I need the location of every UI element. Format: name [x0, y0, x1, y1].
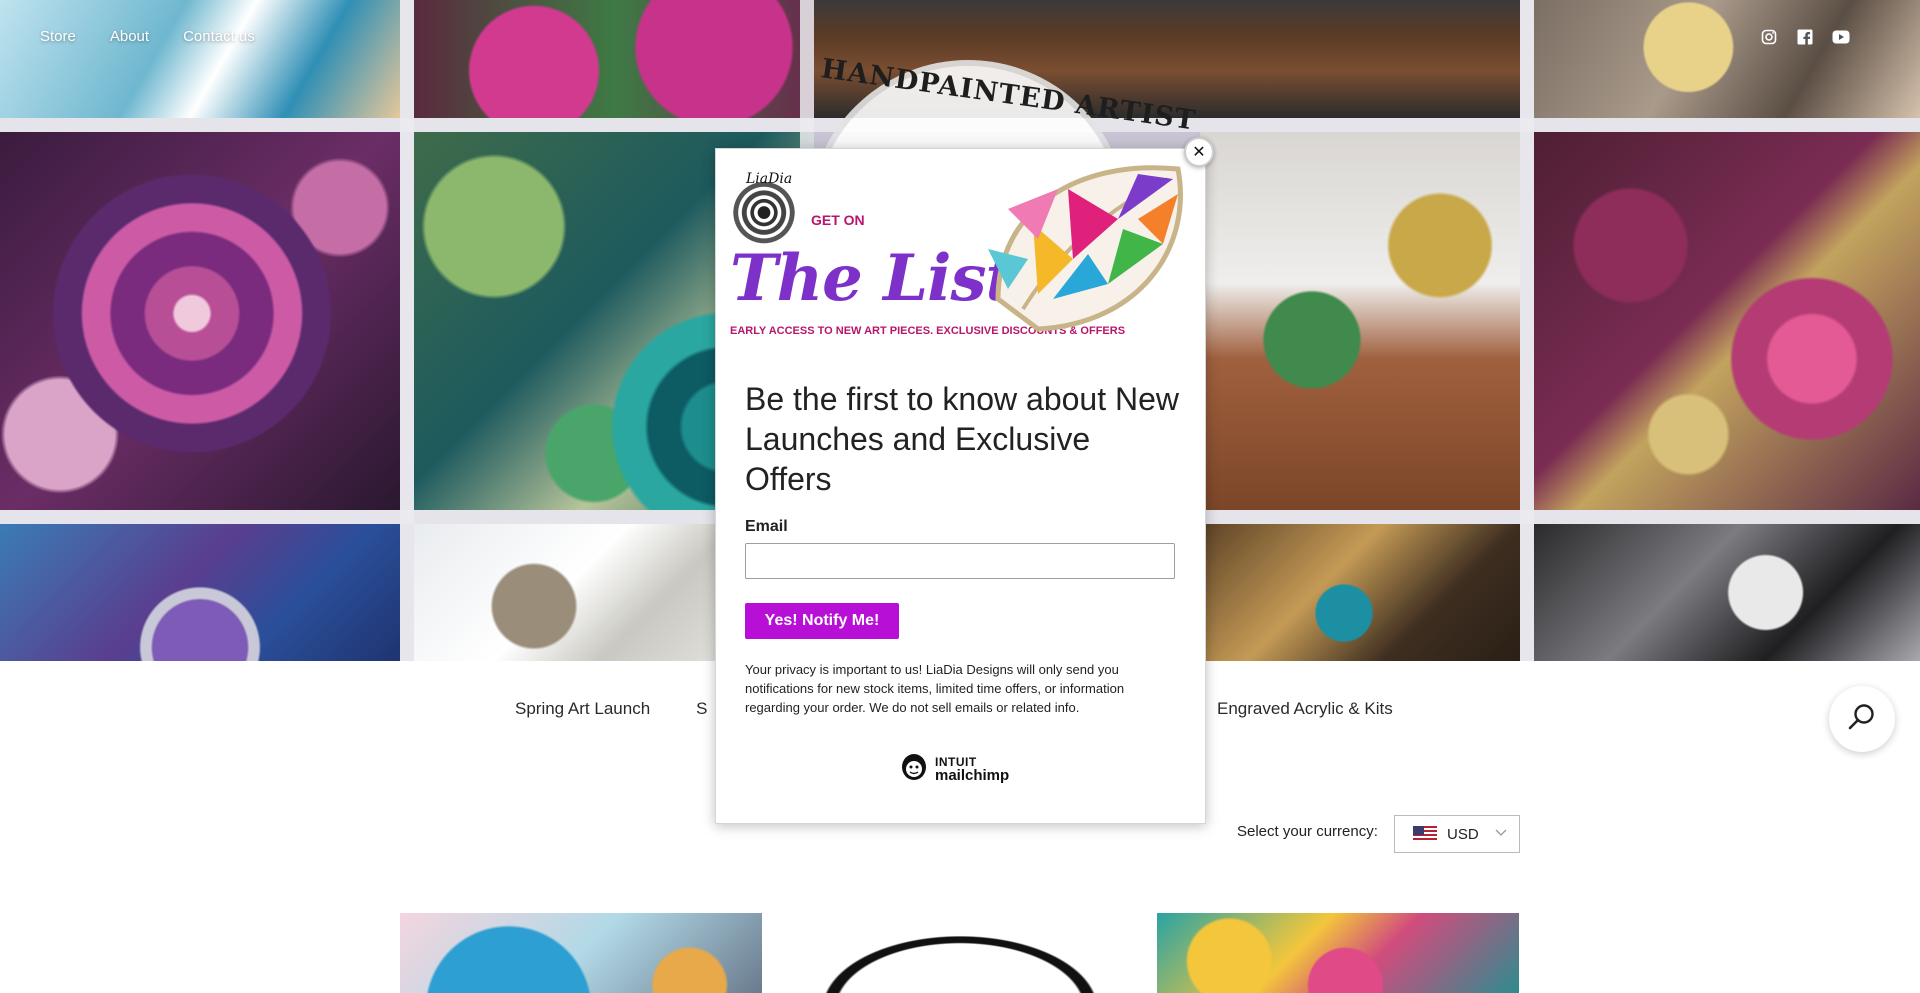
popup-headline: Be the first to know about New Launches …	[745, 381, 1179, 497]
category-nav: Spring Art Launch S	[515, 699, 708, 719]
close-icon[interactable]: ✕	[1184, 137, 1214, 167]
page: HANDPAINTED ARTIST Store About Contact u…	[0, 0, 1920, 993]
email-label: Email	[745, 518, 788, 535]
stained-glass-leaf-icon	[978, 149, 1205, 345]
newsletter-popup: LiaDia GET ON The List EARLY ACCESS TO N…	[715, 148, 1206, 824]
product-card-image[interactable]	[400, 913, 762, 993]
category-spring-art-launch[interactable]: Spring Art Launch	[515, 699, 650, 719]
currency-value: USD	[1447, 825, 1479, 843]
currency-select[interactable]: USD	[1394, 815, 1520, 853]
privacy-note: Your privacy is important to us! LiaDia …	[745, 662, 1125, 715]
facebook-icon[interactable]	[1796, 28, 1814, 46]
search-icon	[1847, 702, 1877, 737]
nav-contact[interactable]: Contact us	[183, 28, 255, 45]
product-card-image[interactable]	[779, 913, 1141, 993]
popup-banner: LiaDia GET ON The List EARLY ACCESS TO N…	[716, 149, 1205, 350]
mailchimp-text: INTUIT mailchimp	[935, 755, 1010, 784]
nav-about[interactable]: About	[110, 28, 149, 45]
hero-tile	[1200, 132, 1520, 510]
mailchimp-label: mailchimp	[935, 766, 1010, 784]
hero-tile	[1200, 524, 1520, 661]
mailchimp-badge[interactable]: INTUIT mailchimp	[899, 749, 1009, 788]
banner-brand: LiaDia	[746, 171, 793, 187]
currency-label: Select your currency:	[1237, 823, 1378, 840]
tile-divider	[400, 0, 414, 661]
hero-tile	[0, 0, 400, 118]
banner-the-list: The List	[730, 241, 1015, 316]
hero-tile	[0, 132, 400, 510]
nav-store[interactable]: Store	[40, 28, 76, 45]
youtube-icon[interactable]	[1832, 28, 1850, 46]
mailchimp-freddie-icon	[899, 749, 929, 788]
email-field[interactable]	[745, 543, 1175, 579]
social-links	[1760, 28, 1850, 46]
instagram-icon[interactable]	[1760, 28, 1778, 46]
product-card-image[interactable]	[1157, 913, 1519, 993]
chevron-down-icon	[1495, 828, 1507, 840]
hero-tile	[1534, 0, 1920, 118]
top-nav: Store About Contact us	[40, 28, 255, 45]
category-engraved-acrylic-kits[interactable]: Engraved Acrylic & Kits	[1217, 699, 1393, 719]
hero-tile	[0, 524, 400, 661]
tile-divider	[1520, 0, 1534, 661]
hero-tile	[1534, 524, 1920, 661]
hero-tile	[414, 0, 814, 118]
us-flag-icon	[1413, 826, 1437, 842]
category-partial[interactable]: S	[696, 699, 707, 719]
notify-submit-button[interactable]: Yes! Notify Me!	[745, 603, 899, 639]
hero-tile	[1534, 132, 1920, 510]
banner-get-on: GET ON	[811, 212, 865, 228]
search-button[interactable]	[1829, 686, 1895, 752]
